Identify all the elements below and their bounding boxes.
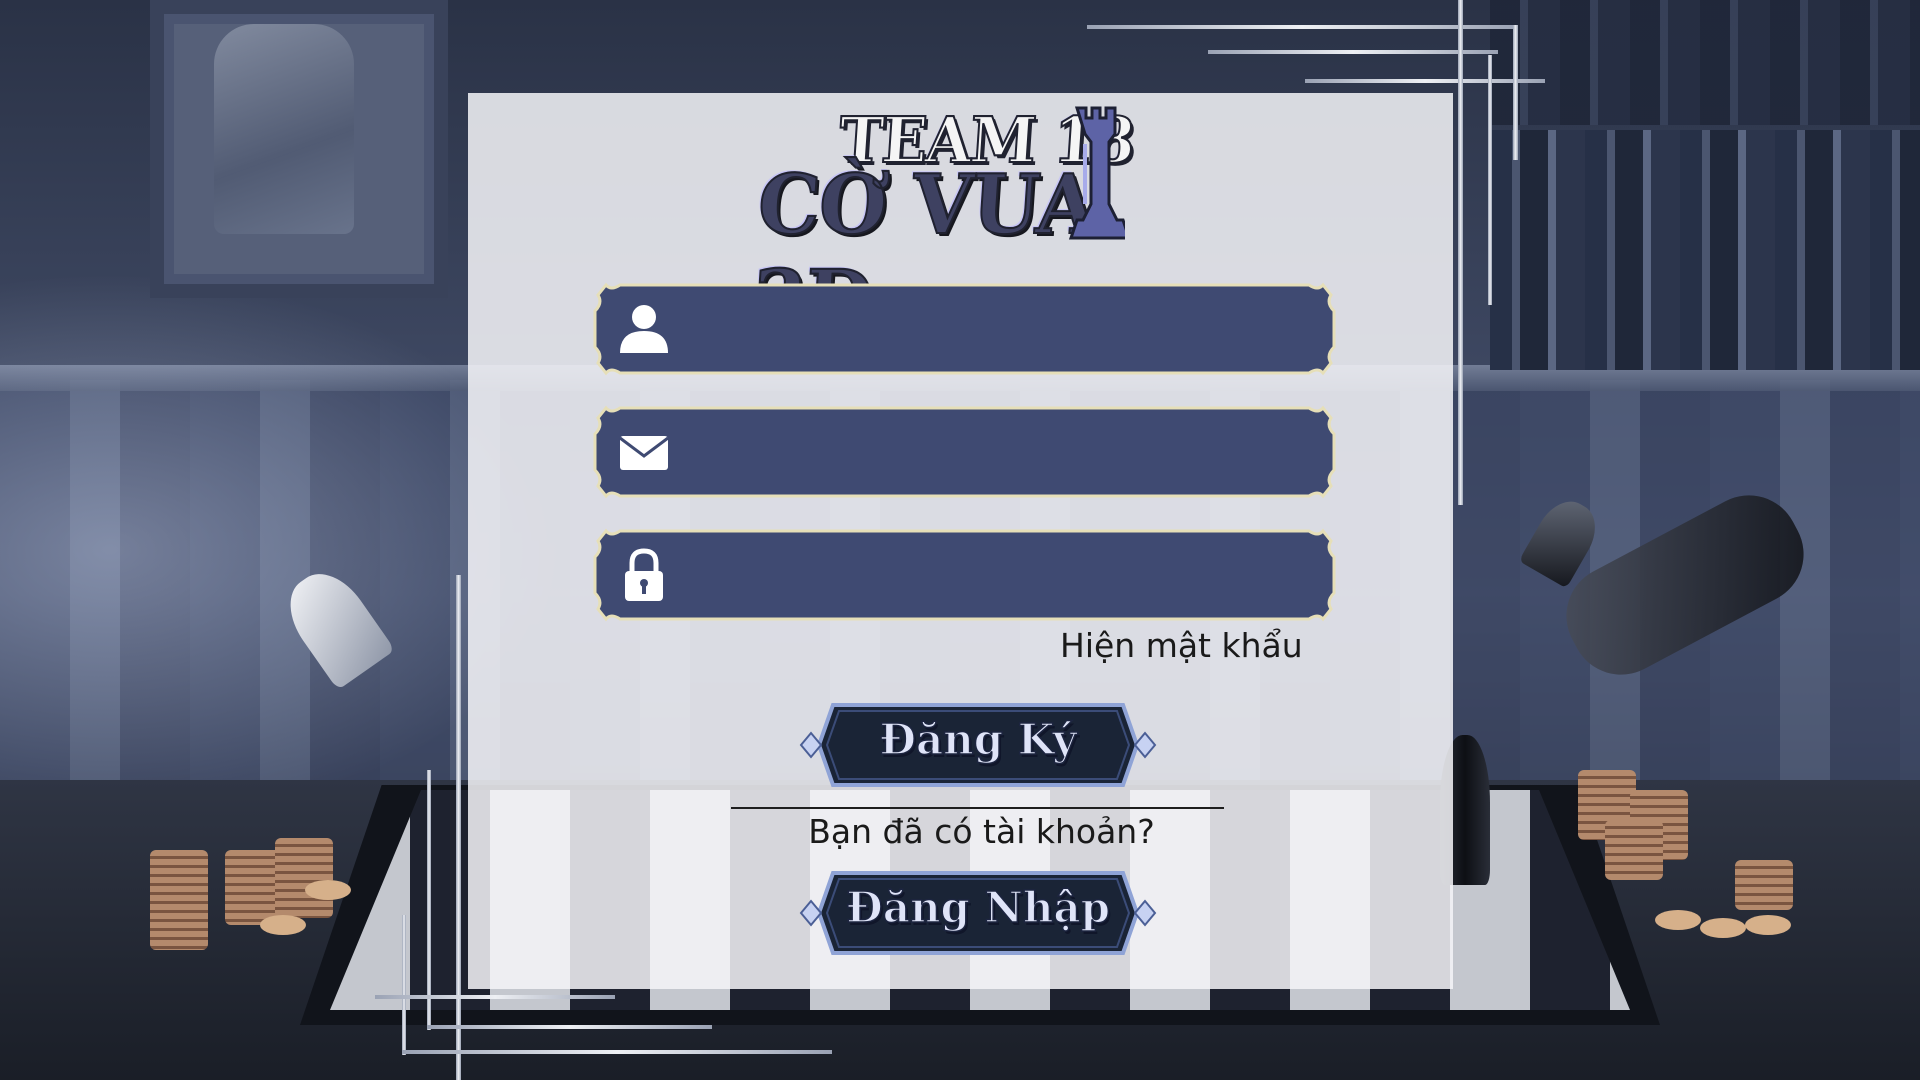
- deco-line: [427, 1025, 712, 1029]
- deco-line: [1305, 79, 1545, 83]
- password-input[interactable]: [690, 549, 1294, 603]
- deco-line: [1208, 50, 1498, 54]
- deco-line: [375, 995, 615, 999]
- painting-figure: [214, 24, 354, 234]
- email-field[interactable]: [590, 404, 1339, 500]
- coin-stack: [150, 850, 208, 950]
- user-icon: [620, 305, 668, 353]
- game-logo: TEAM 18 CỜ VUA 3D: [745, 100, 1145, 349]
- coin: [305, 880, 351, 900]
- deco-line: [1488, 55, 1492, 305]
- coin: [1655, 910, 1701, 930]
- deco-line: [402, 1050, 832, 1054]
- bookshelf-top: [1490, 0, 1920, 125]
- show-password-toggle[interactable]: Hiện mật khẩu: [1060, 626, 1303, 665]
- register-button-label: Đăng Ký: [879, 714, 1078, 765]
- deco-line: [1458, 0, 1463, 505]
- email-input[interactable]: [690, 426, 1294, 480]
- register-button[interactable]: Đăng Ký: [797, 699, 1159, 791]
- deco-line: [427, 770, 431, 1030]
- username-field[interactable]: [590, 281, 1339, 377]
- have-account-text: Bạn đã có tài khoản?: [808, 812, 1155, 851]
- rook-icon: [1068, 106, 1125, 240]
- divider-line: [731, 807, 1224, 809]
- login-button[interactable]: Đăng Nhập: [797, 867, 1159, 959]
- coin: [260, 915, 306, 935]
- password-field[interactable]: [590, 527, 1339, 623]
- coin-stack: [1605, 820, 1663, 880]
- deco-line: [402, 915, 406, 1055]
- coin-stack: [1735, 860, 1793, 910]
- username-input[interactable]: [690, 303, 1294, 357]
- deco-line: [456, 575, 461, 1080]
- deco-line: [1087, 25, 1517, 29]
- coin: [1700, 918, 1746, 938]
- login-button-label: Đăng Nhập: [845, 882, 1110, 933]
- deco-line: [1513, 25, 1518, 160]
- bookshelf: [1490, 130, 1920, 370]
- lock-icon: [625, 548, 663, 601]
- coin-stack: [275, 838, 333, 918]
- envelope-icon: [619, 436, 669, 470]
- wall-painting: [150, 0, 448, 298]
- coin: [1745, 915, 1791, 935]
